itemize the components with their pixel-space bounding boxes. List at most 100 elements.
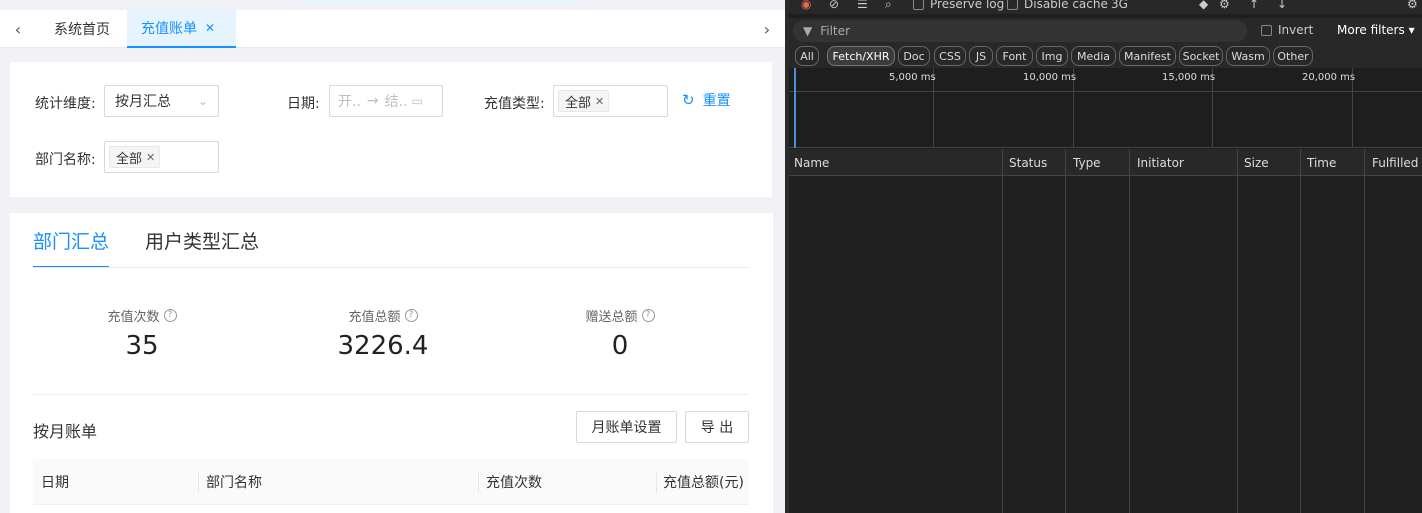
request-table-header: Name Status Type Initiator Size Time Ful… (789, 149, 1422, 176)
tick-label: 10,000 ms (1023, 72, 1077, 83)
more-filters-dropdown[interactable]: More filters ▾ (1337, 23, 1415, 37)
reset-icon: ↻ (682, 91, 695, 109)
app-area: ‹ 系统首页 充值账单 ✕ › 统计维度: 按月汇总 ⌄ 日期: 开.. → 结… (0, 0, 785, 513)
type-tag-label: 全部 (565, 95, 592, 111)
wifi-icon: ◆ (1199, 0, 1209, 11)
summary-card: 部门汇总 用户类型汇总 充值次数? 35 充值总额? 3226.4 赠送总额? … (10, 213, 773, 513)
top-scroll-hint (300, 0, 580, 4)
devtools-toolbar: ◉ ⊘ ☰ ⌕ Preserve log Disable cache 3G ◆ … (789, 0, 1422, 14)
request-table: Name Status Type Initiator Size Time Ful… (789, 149, 1422, 513)
reset-button[interactable]: ↻ 重置 (682, 90, 731, 110)
th-total-label: 充值总额(元) (663, 475, 744, 491)
disable-cache-toggle[interactable]: Disable cache (1007, 0, 1108, 11)
throttle-select[interactable]: 3G (1111, 0, 1128, 11)
tag-close-icon[interactable]: ✕ (595, 95, 604, 108)
date-arrow: → (366, 93, 379, 109)
dept-tag-label: 全部 (116, 151, 143, 167)
pill-img[interactable]: Img (1036, 46, 1068, 66)
date-range-picker[interactable]: 开.. → 结.. ▭ (329, 85, 443, 117)
col-time[interactable]: Time (1302, 149, 1336, 176)
pill-other[interactable]: Other (1273, 46, 1313, 66)
network-timeline[interactable]: 5,000 ms 10,000 ms 15,000 ms 20,000 ms (789, 68, 1422, 148)
tab-recharge-bill[interactable]: 充值账单 ✕ (127, 10, 236, 48)
pill-media[interactable]: Media (1071, 46, 1116, 66)
help-icon[interactable]: ? (404, 309, 418, 322)
tick-label: 15,000 ms (1162, 72, 1216, 83)
tab-home[interactable]: 系统首页 (40, 10, 124, 48)
tab-user-type-summary[interactable]: 用户类型汇总 (145, 227, 259, 266)
network-conditions-icon[interactable]: ⚙ (1219, 0, 1230, 11)
th-total[interactable]: 充值总额(元) (656, 459, 749, 505)
stat-value: 0 (611, 331, 629, 361)
th-count[interactable]: 充值次数 (478, 459, 656, 505)
clear-icon[interactable]: ⊘ (829, 0, 839, 11)
filter-settings-icon[interactable]: ☰ (857, 0, 868, 11)
tab-dept-summary[interactable]: 部门汇总 (33, 227, 110, 268)
pill-wasm[interactable]: Wasm (1226, 46, 1270, 66)
column-divider (1002, 149, 1003, 513)
search-icon[interactable]: ⌕ (885, 0, 892, 12)
stat-recharge-total: 充值总额? 3226.4 (263, 306, 503, 361)
date-end-input[interactable]: 结.. (385, 91, 408, 111)
pill-manifest[interactable]: Manifest (1119, 46, 1176, 66)
column-divider (1065, 149, 1066, 513)
tab-prev-icon[interactable]: ‹ (0, 10, 36, 48)
resource-type-filters: All Fetch/XHR Doc CSS JS Font Img Media … (789, 44, 1422, 68)
record-icon[interactable]: ◉ (801, 0, 811, 11)
dimension-select[interactable]: 按月汇总 ⌄ (104, 85, 219, 117)
preserve-log-toggle[interactable]: Preserve log (913, 0, 1004, 11)
invert-checkbox[interactable] (1261, 25, 1272, 36)
gear-icon[interactable]: ⚙ (1407, 0, 1418, 11)
type-select[interactable]: 全部 ✕ (553, 85, 668, 117)
stats-divider (33, 394, 749, 395)
col-size[interactable]: Size (1239, 149, 1269, 176)
tick-label: 5,000 ms (889, 72, 936, 83)
close-icon[interactable]: ✕ (205, 21, 215, 35)
disable-cache-label: Disable cache (1024, 0, 1108, 11)
pill-all[interactable]: All (795, 46, 819, 66)
table-header: 日期 部门名称 充值次数 充值总额(元) (33, 459, 749, 505)
dept-select[interactable]: 全部 ✕ (104, 141, 219, 173)
preserve-log-checkbox[interactable] (913, 0, 924, 10)
pill-socket[interactable]: Socket (1179, 46, 1223, 66)
th-date[interactable]: 日期 (33, 459, 198, 505)
pill-doc[interactable]: Doc (898, 46, 930, 66)
tag-close-icon[interactable]: ✕ (146, 151, 155, 164)
pill-js[interactable]: JS (969, 46, 993, 66)
filter-card: 统计维度: 按月汇总 ⌄ 日期: 开.. → 结.. ▭ 充值类型: 全部 ✕ … (10, 62, 772, 197)
invert-label: Invert (1278, 23, 1314, 37)
stat-value: 35 (125, 331, 159, 361)
export-button[interactable]: 导 出 (685, 411, 749, 443)
help-icon[interactable]: ? (641, 309, 655, 322)
col-type[interactable]: Type (1068, 149, 1101, 176)
stat-recharge-count: 充值次数? 35 (22, 306, 262, 361)
col-status[interactable]: Status (1004, 149, 1047, 176)
calendar-icon: ▭ (411, 94, 423, 108)
column-divider (1129, 149, 1130, 513)
filter-bar: ▼ Filter Invert More filters ▾ (789, 18, 1422, 44)
th-count-label: 充值次数 (486, 475, 542, 491)
pill-fetch-xhr[interactable]: Fetch/XHR (827, 46, 895, 66)
help-icon[interactable]: ? (163, 309, 177, 322)
col-fulfilled-by[interactable]: Fulfilled by (1367, 149, 1422, 176)
th-dept-label: 部门名称 (206, 475, 262, 491)
download-icon[interactable]: ↓ (1277, 0, 1287, 11)
pill-font[interactable]: Font (996, 46, 1033, 66)
col-sep (656, 471, 657, 493)
date-start-input[interactable]: 开.. (338, 91, 361, 111)
disable-cache-checkbox[interactable] (1007, 0, 1018, 10)
pill-css[interactable]: CSS (934, 46, 966, 66)
invert-toggle[interactable]: Invert (1261, 23, 1313, 37)
col-initiator[interactable]: Initiator (1132, 149, 1184, 176)
monthly-settings-button[interactable]: 月账单设置 (576, 411, 677, 443)
upload-icon[interactable]: ↑ (1249, 0, 1259, 11)
filter-input[interactable]: ▼ Filter (793, 20, 1247, 42)
timeline-marker (794, 68, 796, 148)
tick-label: 20,000 ms (1302, 72, 1356, 83)
col-name[interactable]: Name (789, 149, 829, 176)
monthly-bill-title: 按月账单 (33, 422, 98, 441)
dept-tag: 全部 ✕ (109, 146, 161, 168)
th-dept[interactable]: 部门名称 (198, 459, 478, 505)
tab-next-icon[interactable]: › (749, 10, 785, 48)
tab-recharge-bill-label: 充值账单 (141, 21, 197, 37)
